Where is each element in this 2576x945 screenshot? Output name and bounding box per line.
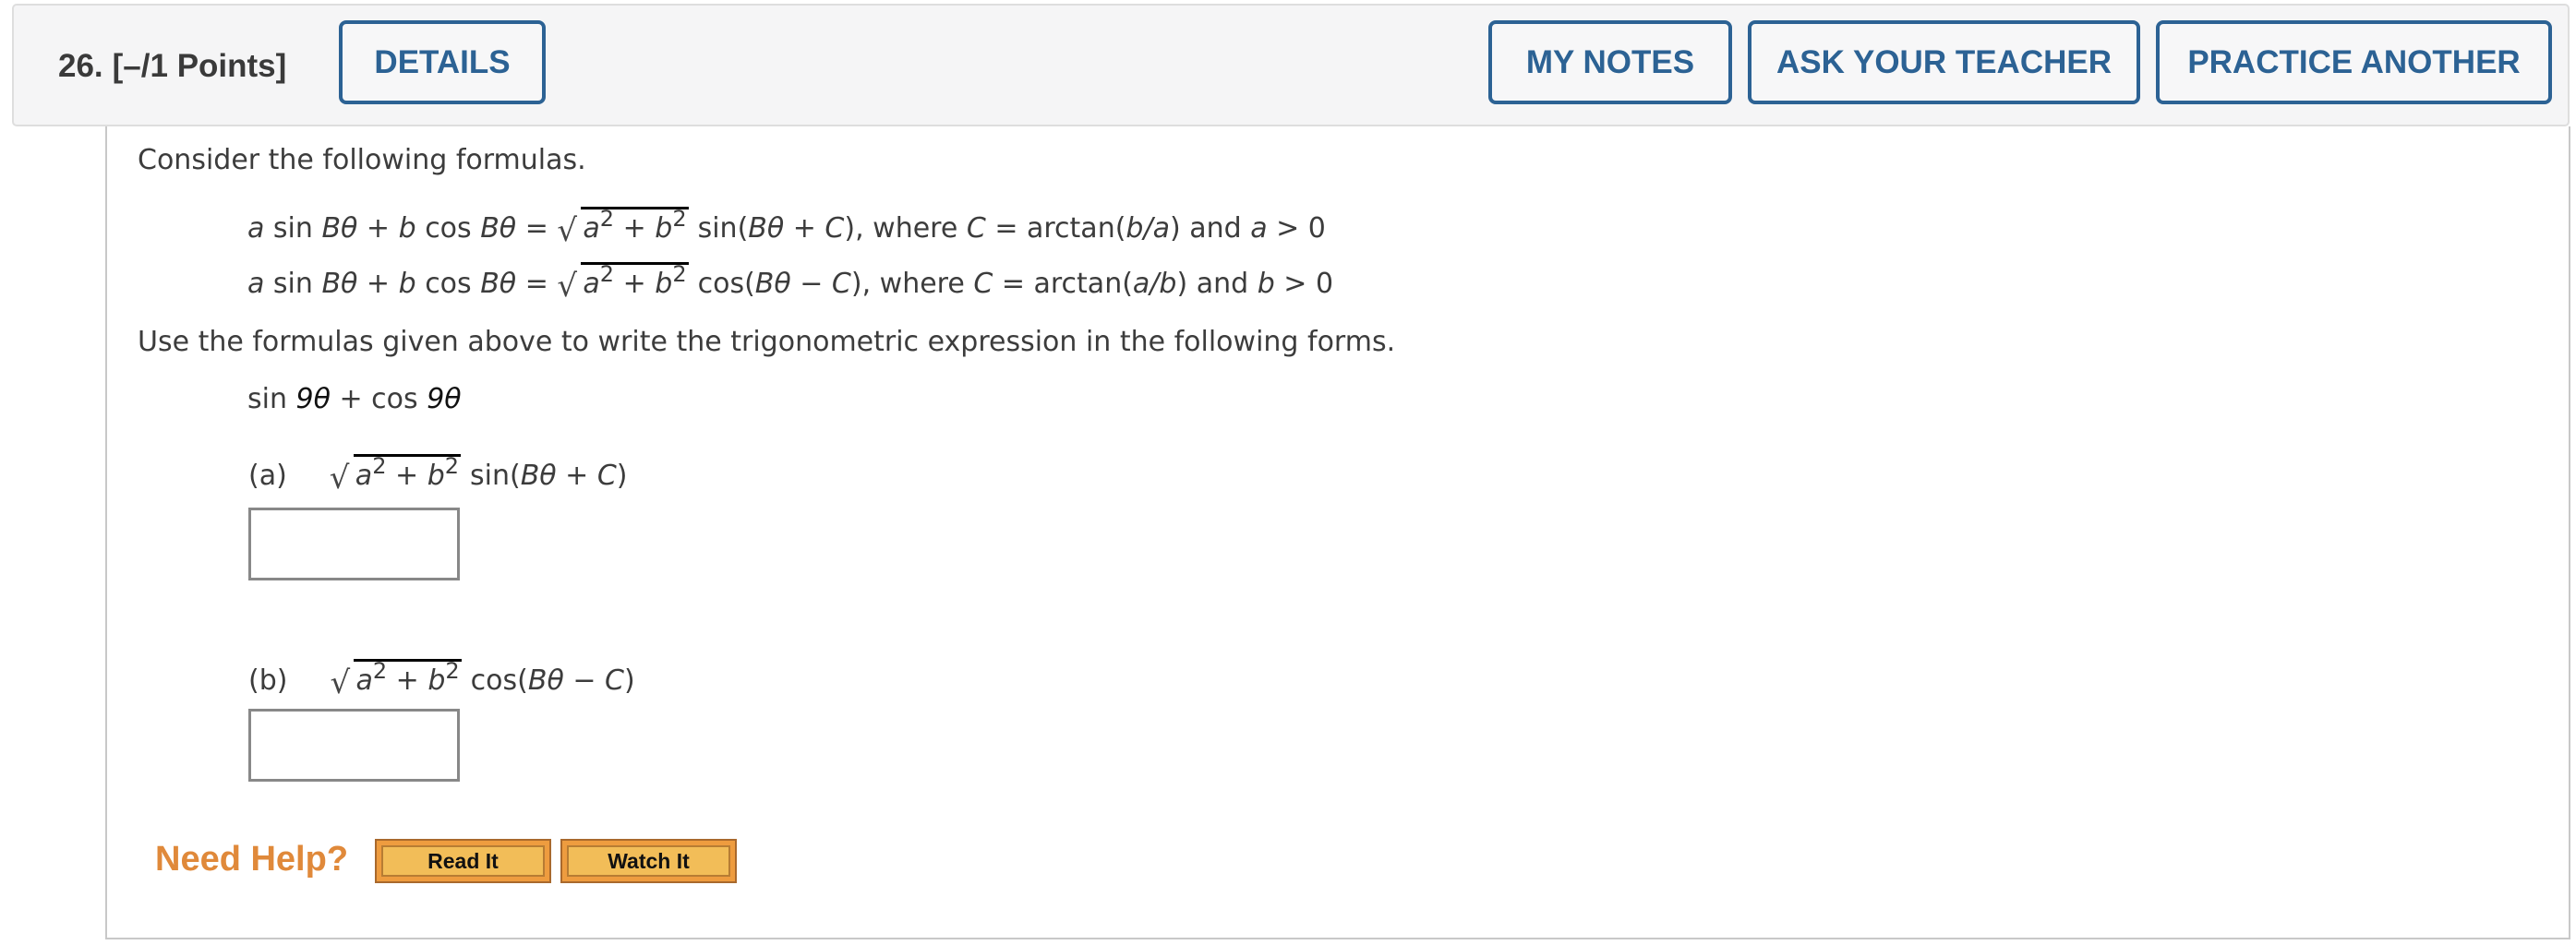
arctan-text: = arctan(	[985, 212, 1126, 245]
plus-sign: +	[357, 268, 399, 300]
sin-text: sin	[247, 383, 296, 415]
exponent: 2	[672, 206, 687, 232]
var-btheta: Bθ	[321, 212, 358, 245]
sin-text: sin	[264, 212, 322, 245]
close-paren: )	[623, 664, 635, 697]
var-btheta: Bθ	[480, 268, 517, 300]
cond-var: a	[1250, 212, 1268, 245]
sqrt-expression: √ a2 + b2	[557, 206, 689, 249]
equals-sign: =	[516, 268, 558, 300]
func-text: cos(	[470, 664, 528, 697]
radical-icon: √	[330, 664, 351, 701]
var-b: b	[655, 268, 673, 300]
formula-1: a sin Bθ + b cos Bθ = √ a2 + b2 sin(Bθ + C…	[247, 206, 1326, 249]
var-btheta: Bθ	[480, 212, 517, 245]
equals-sign: =	[516, 212, 558, 245]
read-it-button[interactable]: Read It	[375, 839, 551, 883]
question-title: 26. [–/1 Points]	[58, 48, 286, 85]
func-text: sin(	[470, 460, 521, 492]
var-b: b	[427, 664, 446, 697]
need-help-label: Need Help?	[155, 840, 349, 879]
radical-icon: √	[557, 212, 578, 249]
func-text: sin(	[697, 212, 749, 245]
plus-sign: +	[614, 268, 656, 300]
var-c: C	[966, 212, 986, 245]
my-notes-button[interactable]: MY NOTES	[1488, 20, 1732, 104]
part-label: (a)	[248, 460, 287, 492]
points-label: [–/1 Points]	[112, 48, 287, 84]
ratio: a/b	[1132, 268, 1177, 300]
question-number: 26.	[58, 48, 103, 84]
answer-input-b[interactable]	[248, 709, 460, 782]
intro-text: Consider the following formulas.	[138, 144, 586, 176]
func-arg: Bθ − C	[527, 664, 624, 697]
exponent: 2	[445, 658, 460, 684]
sqrt-expression: √ a2 + b2	[330, 453, 462, 494]
func-arg: Bθ − C	[754, 268, 851, 300]
func-text: cos(	[697, 268, 755, 300]
radical-icon: √	[557, 268, 578, 305]
plus-sign: +	[614, 212, 656, 245]
var-btheta: Bθ	[321, 268, 358, 300]
exponent: 2	[444, 453, 460, 479]
watch-it-button[interactable]: Watch It	[560, 839, 737, 883]
plus-sign: +	[387, 664, 428, 697]
instruction-text: Use the formulas given above to write th…	[138, 326, 1396, 358]
condition: > 0	[1267, 212, 1326, 245]
and-text: ) and	[1169, 212, 1251, 245]
cos-text: cos	[415, 212, 481, 245]
part-label: (b)	[248, 664, 288, 697]
plus-sign: +	[386, 460, 427, 492]
formula-2: a sin Bθ + b cos Bθ = √ a2 + b2 cos(Bθ − C…	[247, 261, 1334, 302]
exponent: 2	[672, 261, 687, 287]
answer-input-a[interactable]	[248, 508, 460, 580]
trig-expression: sin 9θ + cos 9θ	[247, 386, 462, 413]
var-a: a	[355, 460, 373, 492]
var-a: a	[355, 664, 373, 697]
sqrt-expression: √ a2 + b2	[557, 261, 689, 302]
where-text: ), where	[844, 212, 967, 245]
part-b-prompt: (b) √ a2 + b2 cos(Bθ − C)	[248, 658, 635, 699]
plus-sign: +	[357, 212, 399, 245]
ask-your-teacher-button[interactable]: ASK YOUR TEACHER	[1748, 20, 2140, 104]
var-a: a	[247, 268, 265, 300]
condition: > 0	[1274, 268, 1334, 300]
part-a-prompt: (a) √ a2 + b2 sin(Bθ + C)	[248, 453, 628, 494]
var-b: b	[655, 212, 673, 245]
exponent: 2	[599, 206, 615, 232]
func-arg: Bθ + C	[520, 460, 617, 492]
func-arg: Bθ + C	[748, 212, 845, 245]
var-b: b	[427, 460, 445, 492]
coefficient: 9θ	[427, 383, 462, 415]
details-button[interactable]: DETAILS	[339, 20, 546, 104]
var-b: b	[398, 268, 416, 300]
var-c: C	[973, 268, 993, 300]
question-body	[105, 126, 2570, 939]
close-paren: )	[616, 460, 628, 492]
coefficient: 9θ	[295, 383, 331, 415]
sin-text: sin	[264, 268, 322, 300]
var-a: a	[247, 212, 265, 245]
read-it-label: Read It	[381, 845, 545, 877]
cond-var: b	[1257, 268, 1275, 300]
var-a: a	[583, 212, 600, 245]
ratio: b/a	[1125, 212, 1170, 245]
arctan-text: = arctan(	[993, 268, 1133, 300]
exponent: 2	[372, 658, 388, 684]
and-text: ) and	[1176, 268, 1258, 300]
radical-icon: √	[329, 460, 350, 496]
sqrt-expression: √ a2 + b2	[330, 658, 462, 699]
exponent: 2	[599, 261, 615, 287]
var-b: b	[398, 212, 416, 245]
practice-another-button[interactable]: PRACTICE ANOTHER	[2156, 20, 2552, 104]
exponent: 2	[372, 453, 387, 479]
where-text: ), where	[850, 268, 974, 300]
var-a: a	[583, 268, 600, 300]
watch-it-label: Watch It	[567, 845, 730, 877]
cos-text: cos	[415, 268, 481, 300]
plus-cos-text: + cos	[330, 383, 427, 415]
